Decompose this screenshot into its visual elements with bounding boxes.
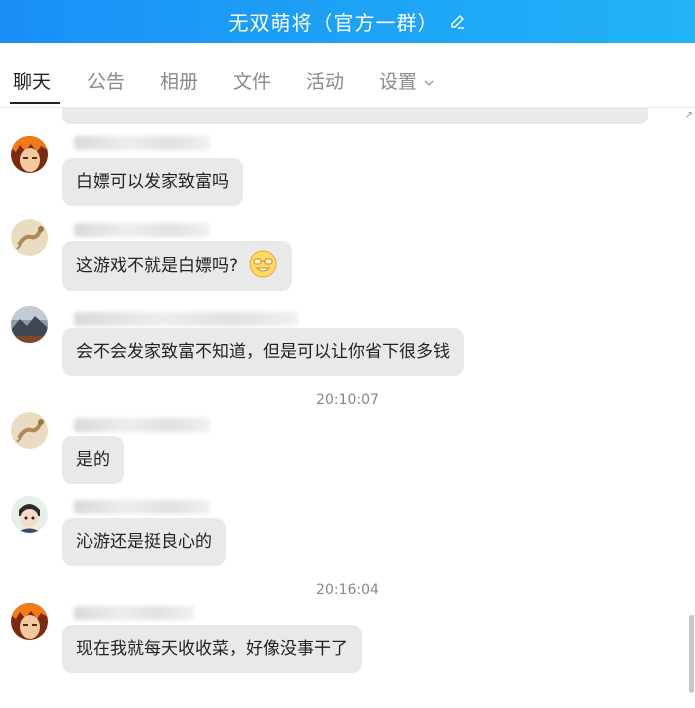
tab-bar: 聊天 公告 相册 文件 活动 设置 (0, 43, 695, 108)
edit-pencil-icon[interactable] (449, 13, 467, 31)
message-bubble: 沁游还是挺良心的 (62, 518, 226, 566)
sender-name-blurred (74, 418, 210, 432)
tab-settings[interactable]: 设置 (379, 67, 435, 94)
message-bubble: 会不会发家致富不知道，但是可以让你省下很多钱 (62, 328, 464, 376)
message-bubble: 是的 (62, 436, 124, 484)
tab-activity[interactable]: 活动 (306, 67, 344, 94)
message-text: 这游戏不就是白嫖吗? (76, 256, 239, 276)
orange-hair-anime-avatar[interactable] (11, 603, 48, 640)
tab-album[interactable]: 相册 (160, 67, 198, 94)
orange-hair-anime-avatar[interactable] (11, 136, 48, 173)
cartoon-character-avatar[interactable] (11, 496, 48, 533)
sender-name-blurred (74, 500, 210, 514)
chat-message-area[interactable]: 白嫖可以发家致富吗 这游戏不就是白嫖吗? 会不会发家致富不知道，但是可以让你省下… (0, 108, 695, 708)
message-bubble: 白嫖可以发家致富吗 (62, 158, 243, 206)
tab-chat[interactable]: 聊天 (13, 67, 51, 94)
tab-settings-label: 设置 (379, 71, 418, 93)
previous-message-bubble (62, 108, 648, 124)
group-title: 无双萌将（官方一群） (228, 11, 439, 35)
sender-name-blurred (74, 223, 210, 237)
sender-name-blurred (74, 606, 194, 620)
scrollbar-thumb[interactable] (689, 615, 694, 693)
sender-name-blurred (74, 136, 210, 150)
timestamp: 20:10:07 (316, 392, 379, 408)
tab-files[interactable]: 文件 (233, 67, 271, 94)
lizard-avatar[interactable] (11, 219, 48, 256)
lizard-avatar[interactable] (11, 412, 48, 449)
timestamp: 20:16:04 (316, 582, 379, 598)
tab-announcement[interactable]: 公告 (87, 67, 125, 94)
sender-name-blurred (74, 312, 298, 326)
grinning-glasses-emoji-icon (249, 250, 277, 278)
message-bubble: 这游戏不就是白嫖吗? (62, 241, 293, 291)
message-bubble: 现在我就每天收收菜，好像没事干了 (62, 625, 362, 673)
mountain-landscape-avatar[interactable] (11, 306, 48, 343)
title-bar: 无双萌将（官方一群） (0, 0, 695, 43)
chevron-down-icon (424, 80, 434, 86)
active-tab-indicator (10, 102, 60, 104)
